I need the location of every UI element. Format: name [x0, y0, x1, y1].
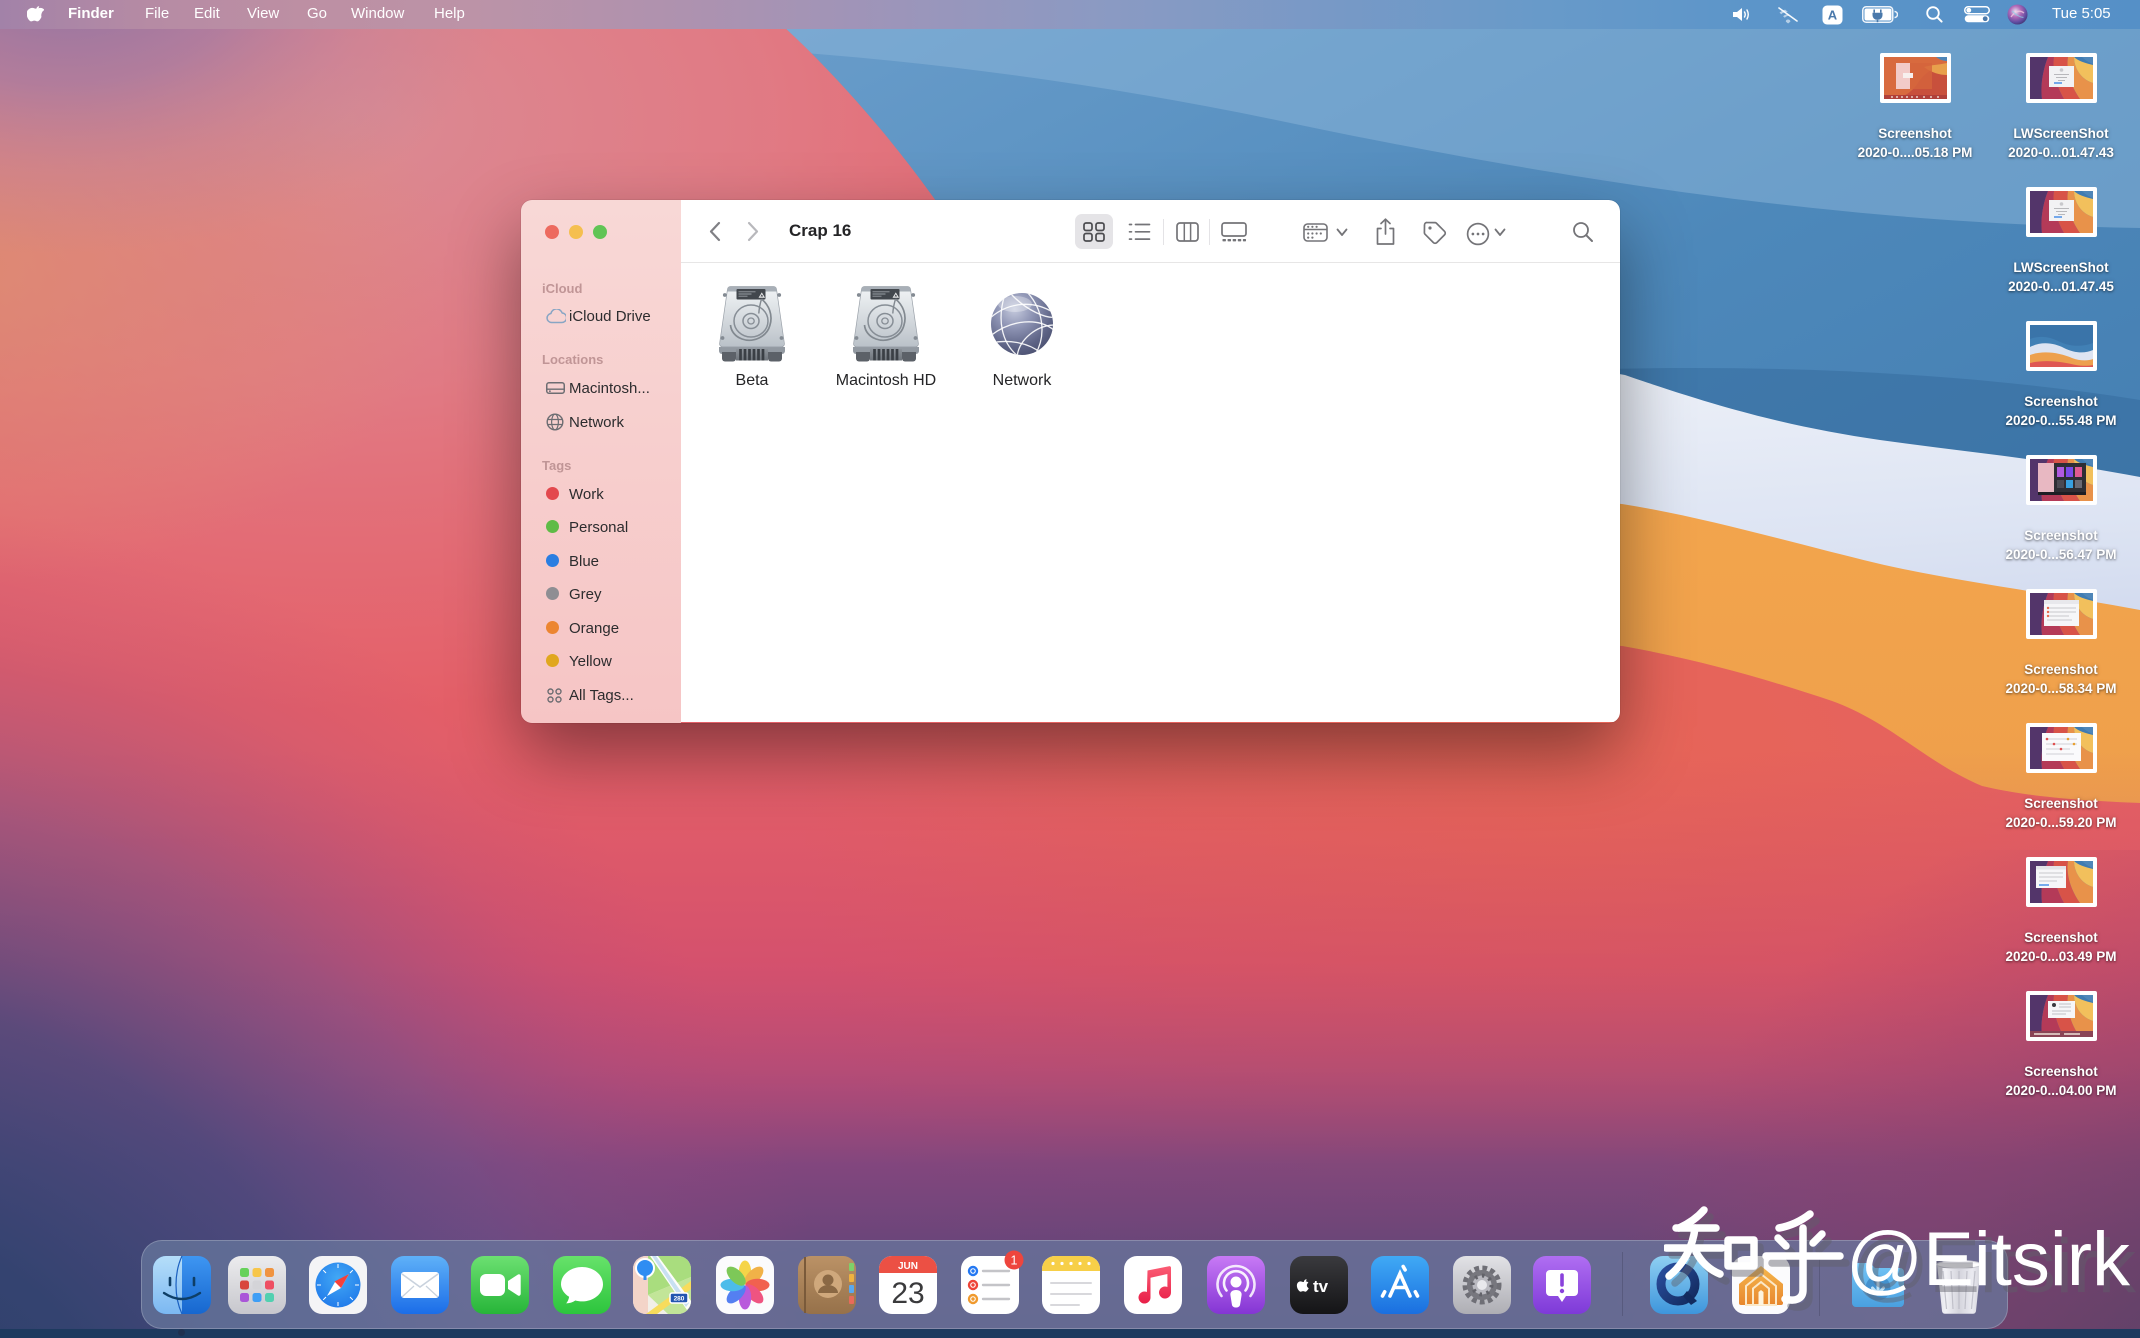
svg-text:tv: tv [1313, 1277, 1329, 1296]
svg-text:A: A [1828, 7, 1838, 22]
svg-text:23: 23 [891, 1277, 924, 1310]
svg-text:@Eitsirk: @Eitsirk [1846, 1217, 2131, 1302]
svg-text:JUN: JUN [898, 1261, 918, 1272]
svg-text:280: 280 [674, 1296, 685, 1303]
svg-text:1: 1 [1011, 1253, 1018, 1267]
